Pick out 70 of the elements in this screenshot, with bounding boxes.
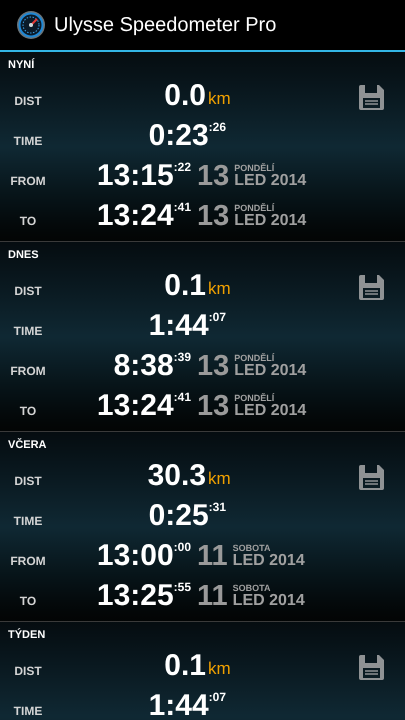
- distance-value: 0.0: [164, 81, 206, 111]
- unit-label: km: [208, 88, 231, 110]
- weekday-label: PONDĚLÍ: [234, 354, 276, 362]
- time-value: 8:38: [114, 351, 174, 381]
- row-label: FROM: [9, 173, 47, 190]
- time-value: 13:24: [96, 391, 174, 421]
- weekday-label: PONDĚLÍ: [234, 394, 276, 402]
- row-label: TIME: [12, 323, 44, 340]
- row-label: DIST: [13, 283, 43, 300]
- unit-label: km: [208, 468, 231, 490]
- time-value: 13:24: [96, 201, 174, 231]
- row-label: TO: [18, 213, 38, 230]
- day-number: 11: [197, 542, 228, 570]
- section-title: DNES: [7, 248, 40, 263]
- time-value: 13:00: [96, 541, 174, 571]
- row-label: TO: [18, 403, 38, 420]
- app-title: Ulysse Speedometer Pro: [54, 13, 276, 38]
- section-title: TÝDEN: [7, 627, 46, 643]
- row-label: DIST: [13, 663, 43, 680]
- weekday-label: SOBOTA: [232, 544, 272, 552]
- month-year-label: LED 2014: [232, 552, 305, 568]
- row-label: TIME: [12, 133, 44, 150]
- row-label: DIST: [13, 93, 43, 110]
- month-year-label: LED 2014: [234, 402, 306, 418]
- time-value: 13:15: [96, 161, 174, 191]
- day-number: 13: [197, 202, 230, 230]
- day-number: 13: [197, 352, 230, 380]
- distance-value: 30.3: [148, 461, 206, 491]
- speedometer-icon[interactable]: [16, 10, 46, 40]
- time-value: 0:23: [148, 121, 209, 151]
- month-year-label: LED 2014: [234, 362, 306, 378]
- distance-value: 0.1: [164, 271, 206, 301]
- seconds-value: :22: [174, 161, 191, 173]
- row-label: DIST: [13, 473, 43, 490]
- seconds-value: :00: [174, 541, 191, 553]
- weekday-label: PONDĚLÍ: [234, 164, 276, 172]
- seconds-value: :31: [208, 501, 226, 513]
- row-label: TIME: [12, 513, 44, 530]
- save-icon[interactable]: [359, 275, 384, 300]
- time-value: 13:25: [96, 581, 174, 611]
- seconds-value: :41: [174, 201, 191, 213]
- weekday-label: SOBOTA: [232, 584, 272, 592]
- section-title: VČERA: [7, 437, 48, 453]
- unit-label: km: [208, 278, 231, 300]
- row-label: TIME: [12, 703, 44, 720]
- save-icon[interactable]: [359, 85, 384, 110]
- seconds-value: :07: [208, 311, 226, 323]
- day-number: 11: [197, 582, 228, 610]
- save-icon[interactable]: [359, 655, 384, 680]
- weekday-label: PONDĚLÍ: [234, 204, 276, 212]
- seconds-value: :26: [208, 121, 226, 133]
- time-value: 1:44: [148, 691, 209, 720]
- row-label: FROM: [9, 363, 47, 380]
- section-title: NYNÍ: [7, 57, 36, 73]
- distance-value: 0.1: [164, 651, 206, 681]
- row-label: TO: [18, 593, 38, 610]
- day-number: 13: [197, 162, 230, 190]
- seconds-value: :41: [174, 391, 191, 403]
- time-value: 0:25: [148, 501, 209, 531]
- unit-label: km: [208, 658, 231, 680]
- day-number: 13: [197, 392, 230, 420]
- seconds-value: :55: [174, 581, 191, 593]
- month-year-label: LED 2014: [234, 212, 306, 228]
- month-year-label: LED 2014: [232, 592, 305, 608]
- time-value: 1:44: [148, 311, 209, 341]
- row-label: FROM: [9, 553, 47, 570]
- save-icon[interactable]: [359, 465, 384, 490]
- seconds-value: :07: [208, 691, 226, 703]
- seconds-value: :39: [174, 351, 191, 363]
- month-year-label: LED 2014: [234, 172, 306, 188]
